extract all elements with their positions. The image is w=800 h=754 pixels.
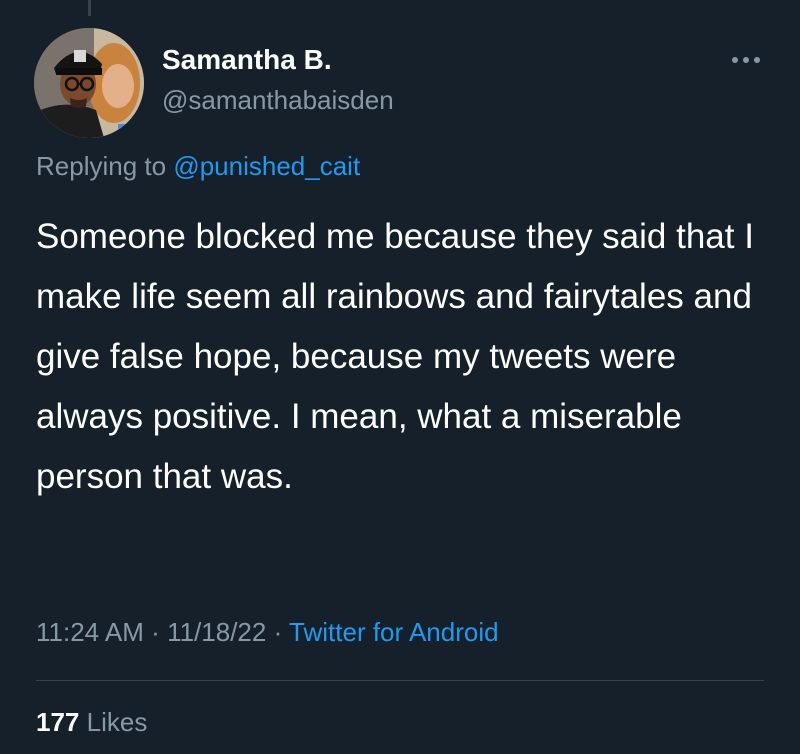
tweet-text: Someone blocked me because they said tha…: [36, 217, 754, 496]
tweet-metadata: 11:24 AM · 11/18/22 · Twitter for Androi…: [36, 617, 499, 648]
divider: [36, 680, 764, 681]
reply-mention-link[interactable]: @punished_cait: [173, 151, 360, 181]
more-horizontal-icon: [732, 57, 760, 63]
meta-separator: ·: [273, 617, 283, 647]
replying-to: Replying to @punished_cait: [36, 151, 360, 182]
tweet-time[interactable]: 11:24 AM: [36, 617, 144, 647]
author-display-name[interactable]: Samantha B.: [162, 44, 332, 76]
tweet-date[interactable]: 11/18/22: [167, 617, 266, 647]
meta-separator: ·: [151, 617, 160, 647]
more-options-button[interactable]: [726, 50, 766, 70]
replying-to-label: Replying to: [36, 151, 167, 181]
thread-connector-line: [88, 0, 91, 16]
avatar[interactable]: [34, 28, 144, 138]
tweet-source-link[interactable]: Twitter for Android: [289, 617, 499, 647]
likes-label: Likes: [86, 707, 148, 737]
likes-count: 177: [36, 707, 80, 737]
author-handle[interactable]: @samanthabaisden: [162, 85, 394, 116]
likes-stat[interactable]: 177 Likes: [36, 707, 147, 738]
avatar-image: [34, 28, 144, 138]
